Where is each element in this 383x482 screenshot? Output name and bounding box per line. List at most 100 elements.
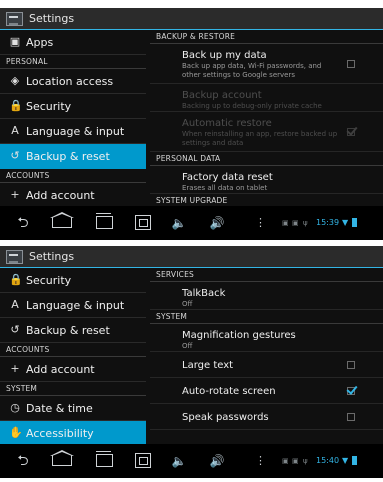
- system-navigation-bar: ⮌ 🔈 🔊 ⋮ ▣ ▣ ψ 15:40 ▼: [0, 444, 383, 478]
- location-icon: ◈: [10, 74, 20, 87]
- home-icon-body: [52, 455, 72, 466]
- section-header-label: PERSONAL DATA: [156, 154, 221, 163]
- pref-large-text[interactable]: Large text: [150, 352, 383, 378]
- pref-title: Auto-rotate screen: [182, 386, 276, 397]
- lock-icon: 🔒: [9, 99, 23, 112]
- battery-icon: [352, 456, 357, 465]
- checkbox[interactable]: [347, 413, 355, 421]
- sidebar-item-location-access[interactable]: ◈ Location access: [0, 69, 146, 94]
- wifi-icon: ▼: [342, 218, 349, 227]
- pref-title: Magnification gestures: [182, 330, 296, 341]
- sidebar-item-label: Backup & reset: [26, 324, 110, 337]
- settings-screen-accessibility: Settings 🔒 Security A Language & input ↺ Back…: [0, 246, 383, 478]
- checkbox[interactable]: [347, 387, 355, 395]
- sidebar-item-label: Apps: [26, 36, 54, 49]
- section-header-label: ACCOUNTS: [6, 171, 50, 180]
- settings-nav-list: 🔒 Security A Language & input ↺ Backup & rese…: [0, 268, 146, 444]
- sidebar-item-label: Add account: [26, 363, 95, 376]
- pref-title: Large text: [182, 360, 234, 371]
- sidebar-item-add-account[interactable]: + Add account: [0, 183, 146, 206]
- pref-backup-account: Backup account Backing up to debug-only p…: [150, 84, 383, 112]
- home-icon-body: [52, 217, 72, 228]
- menu-button[interactable]: ⋮: [255, 206, 266, 240]
- sidebar-item-date-and-time[interactable]: ◷ Date & time: [0, 396, 146, 421]
- sidebar-item-apps[interactable]: ▣ Apps: [0, 30, 146, 55]
- checkbox[interactable]: [347, 361, 355, 369]
- pref-magnification-gestures[interactable]: Magnification gestures Off: [150, 324, 383, 352]
- screenshot-button[interactable]: [135, 453, 151, 468]
- pref-title: Automatic restore: [182, 118, 272, 129]
- volume-up-button[interactable]: 🔊: [205, 206, 229, 240]
- sidebar-item-language-and-input[interactable]: A Language & input: [0, 293, 146, 318]
- recent-apps-button[interactable]: [96, 213, 113, 229]
- sidebar-item-label: Location access: [26, 75, 114, 88]
- sidebar-item-label: Security: [26, 274, 72, 287]
- section-header-label: ACCOUNTS: [6, 345, 50, 354]
- settings-screen-backup: Settings ▣ Apps PERSONAL ◈ Location access 🔒 S…: [0, 8, 383, 240]
- pref-factory-data-reset[interactable]: Factory data reset Erases all data on tab…: [150, 166, 383, 194]
- volume-up-button[interactable]: 🔊: [205, 444, 229, 478]
- sidebar-item-security[interactable]: 🔒 Security: [0, 94, 146, 119]
- settings-detail-pane: SERVICES TalkBack Off SYSTEM Magnification g…: [150, 268, 383, 444]
- pref-summary: Off: [182, 300, 193, 308]
- back-button[interactable]: ⮌: [10, 444, 36, 478]
- backup-icon: ↺: [10, 323, 20, 336]
- section-header: ACCOUNTS: [0, 169, 146, 183]
- pref-back-up-my-data[interactable]: Back up my data Back up app data, Wi-Fi p…: [150, 44, 383, 84]
- section-header-label: SERVICES: [156, 270, 194, 279]
- notification-icon: ▣: [292, 219, 299, 227]
- sidebar-item-security[interactable]: 🔒 Security: [0, 268, 146, 293]
- screenshot-button[interactable]: [135, 215, 151, 230]
- settings-app-icon: [6, 250, 23, 264]
- volume-down-button[interactable]: 🔈: [168, 206, 190, 240]
- pref-summary: Off: [182, 342, 193, 350]
- pref-title: Factory data reset: [182, 172, 273, 183]
- sidebar-item-language-and-input[interactable]: A Language & input: [0, 119, 146, 144]
- lock-icon: 🔒: [9, 273, 23, 286]
- sidebar-item-label: Language & input: [26, 299, 125, 312]
- sidebar-item-label: Add account: [26, 189, 95, 202]
- settings-app-icon: [6, 12, 23, 26]
- backup-icon: ↺: [10, 149, 20, 162]
- plus-icon: +: [10, 362, 20, 375]
- sidebar-item-backup-and-reset[interactable]: ↺ Backup & reset: [0, 318, 146, 343]
- language-icon: A: [11, 124, 19, 137]
- section-header: BACKUP & RESTORE: [150, 30, 383, 44]
- sidebar-item-backup-and-reset[interactable]: ↺ Backup & reset: [0, 144, 146, 169]
- back-button[interactable]: ⮌: [10, 206, 36, 240]
- sidebar-item-add-account[interactable]: + Add account: [0, 357, 146, 382]
- clock-icon: ◷: [10, 401, 20, 414]
- pref-title: Back up my data: [182, 50, 267, 61]
- apps-icon: ▣: [9, 35, 21, 48]
- accessibility-icon: ✋: [9, 426, 23, 439]
- notification-icon: ▣: [282, 457, 289, 465]
- section-header-label: BACKUP & RESTORE: [156, 32, 236, 41]
- sidebar-item-accessibility[interactable]: ✋ Accessibility: [0, 421, 146, 444]
- pref-title: Speak passwords: [182, 412, 269, 423]
- wifi-icon: ▼: [342, 456, 349, 465]
- usb-icon: ψ: [303, 457, 308, 465]
- pref-speak-passwords[interactable]: Speak passwords: [150, 404, 383, 430]
- notification-icon: ▣: [282, 219, 289, 227]
- checkbox[interactable]: [347, 60, 355, 68]
- home-button[interactable]: [46, 206, 78, 240]
- section-header: ACCOUNTS: [0, 343, 146, 357]
- plus-icon: +: [10, 188, 20, 201]
- sidebar-item-label: Date & time: [26, 402, 93, 415]
- status-clock: 15:40: [316, 456, 340, 465]
- recent-apps-button[interactable]: [96, 451, 113, 467]
- home-button[interactable]: [46, 444, 78, 478]
- pref-auto-rotate-screen[interactable]: Auto-rotate screen: [150, 378, 383, 404]
- section-header-label: SYSTEM: [156, 312, 188, 321]
- section-header-label: PERSONAL: [6, 57, 48, 66]
- pref-summary: Back up app data, Wi-Fi passwords, and o…: [182, 62, 322, 79]
- title-bar: Settings: [0, 246, 383, 268]
- section-header-label: SYSTEM: [6, 384, 38, 393]
- settings-nav-list: ▣ Apps PERSONAL ◈ Location access 🔒 Security A L…: [0, 30, 146, 206]
- section-header: SERVICES: [150, 268, 383, 282]
- pref-title: TalkBack: [182, 288, 226, 299]
- menu-button[interactable]: ⋮: [255, 444, 266, 478]
- volume-down-button[interactable]: 🔈: [168, 444, 190, 478]
- battery-icon: [352, 218, 357, 227]
- pref-talkback[interactable]: TalkBack Off: [150, 282, 383, 310]
